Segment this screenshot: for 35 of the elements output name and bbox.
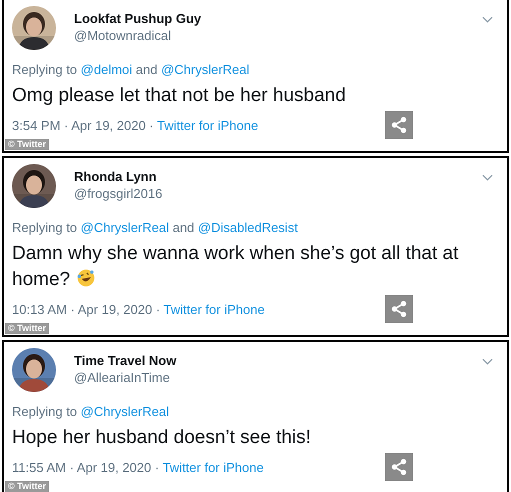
share-button[interactable] <box>385 453 413 481</box>
tweet-text: Damn why she wanna work when she’s got all that at home? <box>12 242 460 292</box>
mention-link[interactable]: @delmoi <box>80 62 132 77</box>
user-name[interactable]: Lookfat Pushup Guy <box>74 11 202 26</box>
share-icon <box>390 458 408 476</box>
user-handle[interactable]: @Motownradical <box>74 28 202 43</box>
mention-link[interactable]: @ChryslerReal <box>161 62 250 77</box>
tweet-text: Hope her husband doesn’t see this! <box>12 426 311 450</box>
tweet-text: Omg please let that not be her husband <box>12 84 346 108</box>
share-icon <box>390 116 408 134</box>
mention-link[interactable]: @ChryslerReal <box>80 220 169 235</box>
share-icon <box>390 300 408 318</box>
user-handle[interactable]: @AlleariaInTime <box>74 370 176 385</box>
user-name[interactable]: Rhonda Lynn <box>74 169 162 184</box>
share-button[interactable] <box>385 295 413 323</box>
mention-link[interactable]: @ChryslerReal <box>80 404 169 419</box>
credit-label: © Twitter <box>5 323 49 334</box>
source-link[interactable]: Twitter for iPhone <box>162 460 264 474</box>
chevron-down-icon[interactable] <box>482 174 493 182</box>
chevron-down-icon[interactable] <box>482 16 493 24</box>
user-name[interactable]: Time Travel Now <box>74 353 176 368</box>
chevron-down-icon[interactable] <box>482 358 493 366</box>
replying-to-line: Replying to @ChryslerReal and @DisabledResist <box>12 220 299 235</box>
mention-link[interactable]: @DisabledResist <box>198 220 298 235</box>
replying-to-line: Replying to @delmoi and @ChryslerReal <box>12 62 250 77</box>
source-link[interactable]: Twitter for iPhone <box>164 302 265 316</box>
replying-to-line: Replying to @ChryslerReal <box>12 404 170 419</box>
tweet-meta: 3:54 PM · Apr 19, 2020 · Twitter for iPhone <box>12 118 258 132</box>
share-button[interactable] <box>385 111 413 139</box>
credit-label: © Twitter <box>5 139 49 150</box>
tweet-meta: 11:55 AM · Apr 19, 2020 · Twitter for iPhone <box>12 460 264 474</box>
tweet-meta: 10:13 AM · Apr 19, 2020 · Twitter for iPhone <box>12 302 265 316</box>
credit-label: © Twitter <box>5 481 49 492</box>
user-handle[interactable]: @frogsgirl2016 <box>74 186 162 201</box>
source-link[interactable]: Twitter for iPhone <box>157 118 258 132</box>
